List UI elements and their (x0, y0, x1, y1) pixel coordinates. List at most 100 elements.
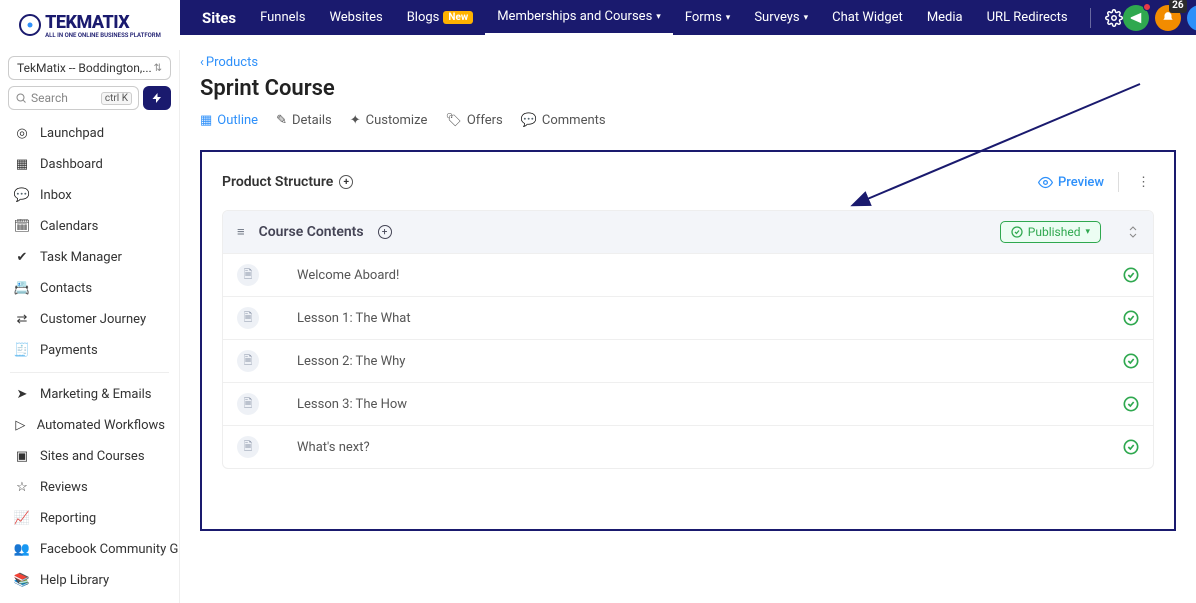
sidebar-item-label: Reviews (40, 480, 88, 495)
nav-url-redirects[interactable]: URL Redirects (975, 0, 1080, 35)
tab-customize[interactable]: ✦Customize (350, 113, 428, 128)
nav-memberships-and-courses[interactable]: Memberships and Courses▾ (485, 0, 673, 35)
expand-collapse-button[interactable] (1127, 225, 1139, 239)
lesson-name: Lesson 2: The Why (297, 354, 405, 369)
sidebar-item-dashboard[interactable]: ▦Dashboard (0, 149, 179, 180)
product-structure-panel: Product Structure + Preview ⋮ ≡ Course C… (200, 150, 1176, 531)
publish-status-dropdown[interactable]: Published ▾ (1000, 221, 1101, 243)
account-selector[interactable]: TekMatix -- Boddington,... ⇅ (8, 56, 171, 80)
sidebar-icon: 👥 (14, 542, 30, 557)
settings-icon[interactable] (1105, 9, 1123, 27)
sidebar-item-label: Task Manager (40, 250, 122, 265)
tab-icon: 💬 (521, 113, 537, 128)
tab-offers[interactable]: 🏷Offers (445, 113, 502, 128)
sidebar-item-reporting[interactable]: 📈Reporting (0, 503, 179, 534)
separator (1118, 172, 1119, 192)
chevron-down-icon: ▾ (1085, 227, 1090, 237)
sidebar-item-payments[interactable]: 🧾Payments (0, 335, 179, 366)
eye-icon (1038, 175, 1053, 190)
more-options-button[interactable]: ⋮ (1133, 175, 1154, 190)
nav-funnels[interactable]: Funnels (248, 0, 317, 35)
sidebar-item-launchpad[interactable]: ◎Launchpad (0, 118, 179, 149)
nav-label: Websites (329, 10, 382, 25)
nav-blogs[interactable]: BlogsNew (395, 0, 486, 35)
preview-label: Preview (1058, 175, 1104, 190)
top-navigation: Sites Funnels Websites BlogsNewMemberships … (180, 0, 1196, 35)
tab-icon: ▦ (200, 113, 212, 128)
sidebar-icon: 📚 (14, 573, 30, 588)
sidebar-item-automated-workflows[interactable]: ▷Automated Workflows (0, 410, 179, 441)
nav-surveys[interactable]: Surveys▾ (742, 0, 820, 35)
nav-label: Sites (202, 9, 236, 27)
lesson-row[interactable]: 🗎Lesson 3: The How (223, 382, 1153, 425)
nav-websites[interactable]: Websites (317, 0, 394, 35)
sidebar-item-facebook-community-g-[interactable]: 👥Facebook Community G... (0, 534, 179, 565)
sidebar-item-help-library[interactable]: 📚Help Library (0, 565, 179, 596)
nav-chat-widget[interactable]: Chat Widget (820, 0, 915, 35)
sidebar-item-inbox[interactable]: 💬Inbox (0, 180, 179, 211)
brand-name: TEKMATIX (45, 12, 129, 33)
nav-sites[interactable]: Sites (190, 0, 248, 35)
breadcrumb-back[interactable]: ‹ Products (200, 55, 258, 70)
add-lesson-button[interactable]: + (378, 225, 392, 239)
tab-details[interactable]: ✎ Details (276, 113, 332, 128)
chevron-left-icon: ‹ (200, 55, 204, 70)
nav-media[interactable]: Media (915, 0, 975, 35)
lesson-row[interactable]: 🗎Lesson 1: The What (223, 296, 1153, 339)
nav-label: URL Redirects (987, 10, 1068, 25)
notification-button[interactable]: 26 (1155, 5, 1181, 31)
lesson-row[interactable]: 🗎Lesson 2: The Why (223, 339, 1153, 382)
announcement-button[interactable] (1123, 5, 1149, 31)
brand-subtitle: ALL IN ONE ONLINE BUSINESS PLATFORM (45, 33, 161, 39)
logo-icon (19, 14, 41, 36)
tab-outline[interactable]: ▦ Outline (200, 113, 258, 128)
tab-label: Outline (217, 113, 258, 128)
chevron-down-icon: ▾ (804, 13, 809, 23)
sidebar-item-calendars[interactable]: 🗓Calendars (0, 211, 179, 242)
search-placeholder: Search (31, 91, 68, 105)
preview-button[interactable]: Preview (1038, 175, 1104, 190)
lesson-name: Welcome Aboard! (297, 268, 399, 283)
tab-label: Details (292, 113, 332, 128)
sidebar-icon: ➤ (14, 387, 30, 402)
tab-icon: ✦ (350, 113, 361, 128)
module-card: ≡ Course Contents + Published ▾ 🗎Welcome… (222, 210, 1154, 469)
sidebar-item-customer-journey[interactable]: ⇄Customer Journey (0, 304, 179, 335)
sidebar-icon: 🗓 (14, 219, 30, 234)
tab-comments[interactable]: 💬Comments (521, 113, 606, 128)
sidebar-divider (10, 372, 169, 373)
chevron-down-icon: ▾ (726, 13, 731, 23)
main-content: ‹ Products Sprint Course ▦Outline✎Detail… (180, 35, 1196, 603)
module-title: Course Contents (259, 224, 364, 240)
lesson-row[interactable]: 🗎 What's next? (223, 425, 1153, 468)
check-circle-icon (1011, 226, 1023, 238)
nav-divider (1090, 8, 1091, 28)
sidebar-item-sites-and-courses[interactable]: ▣Sites and Courses (0, 441, 179, 472)
notification-dot (1143, 3, 1151, 11)
lesson-row[interactable]: 🗎Welcome Aboard! (223, 253, 1153, 296)
tab-label: Offers (467, 113, 503, 128)
search-input[interactable]: Search ctrl K (8, 86, 139, 110)
sidebar-icon: 💬 (14, 188, 30, 203)
lesson-name: What's next? (297, 440, 370, 455)
help-button[interactable]: ? (1187, 5, 1196, 31)
sidebar-item-reviews[interactable]: ☆Reviews (0, 472, 179, 503)
new-badge: New (443, 11, 473, 24)
tab-icon: ✎ (276, 113, 287, 128)
nav-forms[interactable]: Forms▾ (673, 0, 743, 35)
sidebar-item-marketing-emails[interactable]: ➤Marketing & Emails (0, 379, 179, 410)
published-check-icon (1123, 396, 1139, 412)
sidebar-icon: ▣ (14, 449, 30, 464)
add-module-button[interactable]: + (339, 175, 353, 189)
sidebar-item-contacts[interactable]: 📇Contacts (0, 273, 179, 304)
quick-action-button[interactable] (143, 86, 171, 110)
sidebar-item-task-manager[interactable]: ✔Task Manager (0, 242, 179, 273)
sidebar-icon: ▷ (14, 418, 27, 433)
file-icon: 🗎 (237, 436, 259, 458)
chevron-down-icon: ▾ (656, 12, 661, 22)
file-icon: 🗎 (237, 307, 259, 329)
drag-handle-icon[interactable]: ≡ (237, 224, 245, 240)
breadcrumb-label: Products (206, 55, 258, 70)
sidebar-item-label: Dashboard (40, 157, 103, 172)
account-name: TekMatix -- Boddington,... (17, 61, 152, 75)
